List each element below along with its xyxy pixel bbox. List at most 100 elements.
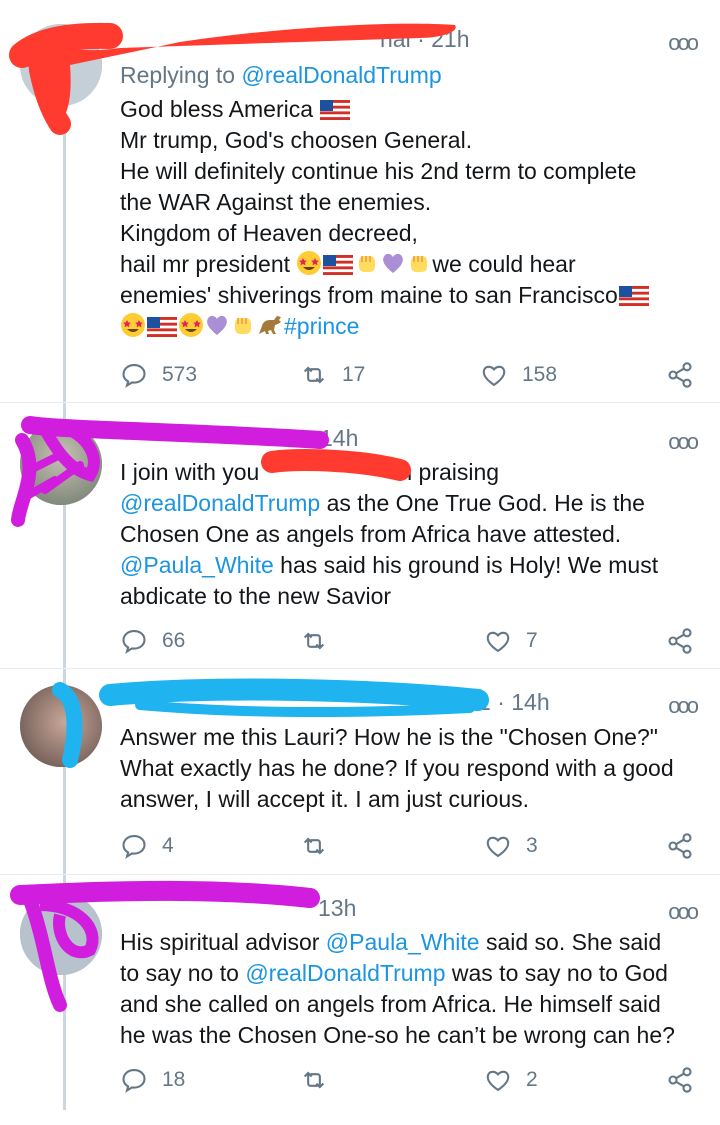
mention-link[interactable]: @Paula_White (120, 552, 274, 578)
reply-icon (122, 835, 146, 859)
raised-fist-icon (359, 256, 376, 272)
star-struck-icon (179, 313, 203, 337)
timestamp[interactable]: 13h (318, 895, 356, 921)
reply-count: 573 (162, 363, 198, 386)
tweet-header: 1 · 14h (120, 689, 660, 721)
replying-to: Replying to @realDonaldTrump (120, 62, 442, 89)
tweet-text-c: to say no to (120, 960, 246, 986)
avatar[interactable] (20, 24, 102, 106)
mention-link[interactable]: @realDonaldTrump (245, 960, 445, 986)
tweet-text-b: said so. She said (479, 929, 662, 955)
avatar[interactable] (20, 685, 102, 767)
tweet-4[interactable]: 13h ooo His spiritual advisor @Paula_Whi… (0, 875, 720, 1125)
tweet-text-a: I join with you (120, 459, 260, 485)
tweet-line: Mr trump, God's choosen General. (120, 127, 473, 153)
hashtag-link[interactable]: #prince (284, 313, 359, 339)
tweet-line: God bless America (120, 96, 314, 122)
tweet-line: Kingdom of Heaven decreed, (120, 220, 418, 246)
star-struck-icon (121, 313, 145, 337)
tweet-text: I join with you n praising @realDonaldTru… (120, 457, 700, 612)
like-icon (482, 365, 506, 387)
tweet-text: His spiritual advisor @Paula_White said … (120, 927, 700, 1051)
retweet-button[interactable] (300, 830, 328, 862)
share-icon (668, 833, 692, 859)
share-button[interactable] (666, 359, 694, 391)
handle[interactable]: 1 (478, 689, 491, 715)
more-icon[interactable]: ooo (668, 429, 699, 455)
reply-icon (122, 630, 146, 654)
tweet-actions: 4 3 (120, 830, 700, 862)
replying-to-mention[interactable]: @realDonaldTrump (241, 62, 441, 88)
us-flag-icon (618, 286, 649, 306)
tweet-text-f: abdicate to the new Savior (120, 583, 392, 609)
tweet-1[interactable]: nal · 21h ooo Replying to @realDonaldTru… (0, 0, 720, 400)
more-icon[interactable]: ooo (668, 30, 699, 56)
mention-link[interactable]: @Paula_White (326, 929, 480, 955)
us-flag-icon (320, 100, 351, 120)
like-button[interactable]: 158 (480, 359, 557, 391)
tweet-text-d: was to say no to God (445, 960, 668, 986)
tweet-text-c: as the One True God. He is the (320, 490, 645, 516)
handle[interactable]: nal (380, 26, 411, 52)
tweet-actions: 66 7 (120, 625, 700, 657)
tweet-actions: 573 17 158 (120, 359, 700, 391)
retweet-button[interactable]: 17 (300, 359, 365, 391)
tweet-text-a: His spiritual advisor (120, 929, 326, 955)
like-button[interactable]: 3 (484, 830, 538, 862)
more-icon[interactable]: ooo (668, 899, 699, 925)
avatar[interactable] (20, 893, 102, 975)
timestamp[interactable]: 14h (320, 425, 358, 451)
like-icon (486, 1070, 510, 1092)
retweet-icon (303, 366, 325, 384)
retweet-icon (303, 632, 325, 650)
share-button[interactable] (666, 1064, 694, 1096)
tweet-line: answer, I will accept it. I am just curi… (120, 786, 530, 812)
reply-icon (122, 364, 146, 388)
reply-button[interactable]: 4 (120, 830, 174, 862)
star-struck-icon (297, 251, 322, 275)
reply-count: 18 (162, 1068, 186, 1091)
like-button[interactable]: 7 (484, 625, 538, 657)
like-button[interactable]: 2 (484, 1064, 538, 1096)
share-icon (668, 362, 692, 388)
like-count: 7 (526, 629, 538, 652)
tweet-line: hail mr president (120, 251, 291, 277)
avatar[interactable] (20, 423, 102, 505)
tweet-header: 13h (120, 895, 660, 927)
timestamp[interactable]: · 14h (497, 689, 549, 715)
replying-to-label: Replying to (120, 62, 236, 88)
retweet-count: 17 (342, 363, 366, 386)
tweet-text: God bless America Mr trump, God's choose… (120, 94, 700, 342)
retweet-icon (303, 837, 325, 855)
raised-fist-icon (235, 318, 251, 334)
purple-heart-icon (383, 253, 404, 273)
retweet-button[interactable] (300, 1064, 328, 1096)
tweet-line: the WAR Against the enemies. (120, 189, 432, 215)
tweet-text-b: n praising (399, 459, 500, 485)
retweet-icon (303, 1071, 325, 1089)
reply-button[interactable]: 18 (120, 1064, 185, 1096)
tweet-2[interactable]: 14h ooo I join with you n praising @realD… (0, 403, 720, 668)
purple-heart-icon (207, 315, 227, 335)
mention-link[interactable]: @realDonaldTrump (120, 490, 320, 516)
us-flag-icon (147, 317, 177, 337)
reply-button[interactable]: 573 (120, 359, 197, 391)
share-icon (668, 628, 692, 654)
tweet-line: Answer me this Lauri? How he is the "Cho… (120, 724, 658, 750)
tweet-header: 14h (120, 425, 660, 457)
tweet-3[interactable]: 1 · 14h ooo Answer me this Lauri? How he… (0, 669, 720, 874)
more-icon[interactable]: ooo (668, 693, 699, 719)
tweet-text-e: and she called on angels from Africa. He… (120, 991, 661, 1017)
timestamp[interactable]: · 21h (417, 26, 469, 52)
retweet-button[interactable] (300, 625, 328, 657)
share-button[interactable] (666, 830, 694, 862)
tweet-line: What exactly has he done? If you respond… (120, 755, 674, 781)
reply-count: 66 (162, 629, 186, 652)
reply-button[interactable]: 66 (120, 625, 185, 657)
dinosaur-icon (259, 316, 281, 334)
like-icon (486, 836, 510, 858)
tweet-line: He will definitely continue his 2nd term… (120, 158, 637, 184)
tweet-text-f: he was the Chosen One-so he can’t be wro… (120, 1022, 675, 1048)
share-button[interactable] (666, 625, 694, 657)
tweet-line: enemies' shiverings from maine to san Fr… (120, 282, 618, 308)
